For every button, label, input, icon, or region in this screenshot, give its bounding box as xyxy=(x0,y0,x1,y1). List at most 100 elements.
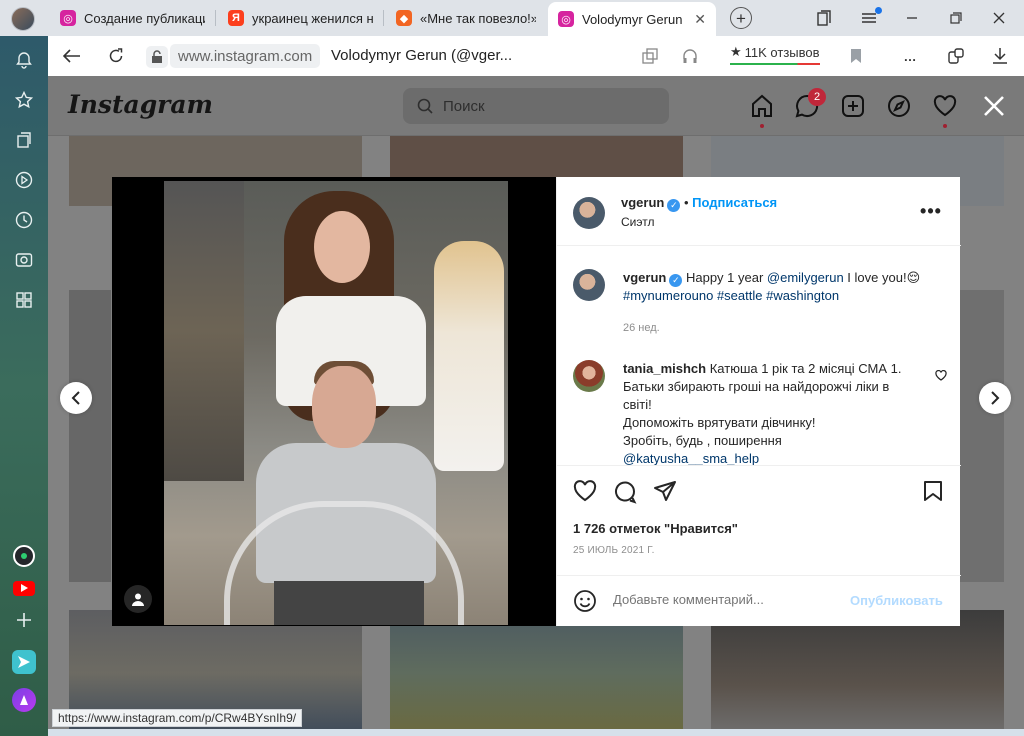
previous-post-button[interactable] xyxy=(60,382,92,414)
likes-count[interactable]: 1 726 отметок "Нравится" xyxy=(573,521,738,536)
dot-separator: • xyxy=(683,195,693,210)
instagram-header: Instagram Поиск 2 xyxy=(48,76,1024,136)
messenger-app-icon[interactable] xyxy=(12,544,36,568)
notification-dot xyxy=(875,7,882,14)
caption-age: 26 нед. xyxy=(623,322,660,334)
instagram-favicon-icon: ◎ xyxy=(60,10,76,26)
alice-assistant-icon[interactable] xyxy=(12,688,36,712)
bell-icon[interactable] xyxy=(12,48,36,72)
avatar[interactable] xyxy=(573,197,605,229)
alice-logo xyxy=(12,688,36,712)
activity-dot xyxy=(943,124,947,128)
close-modal-icon[interactable] xyxy=(980,92,1008,120)
new-tab-button[interactable]: + xyxy=(730,7,752,29)
close-window-icon[interactable] xyxy=(990,9,1008,27)
search-box[interactable]: Поиск xyxy=(403,88,669,124)
youtube-icon[interactable] xyxy=(12,576,36,600)
post-header: vgerun ✓ • Подписаться Сиэтл ••• xyxy=(557,177,961,246)
download-icon[interactable] xyxy=(990,46,1010,66)
collections-icon[interactable] xyxy=(12,128,36,152)
instagram-logo[interactable]: Instagram xyxy=(68,90,213,119)
follow-button[interactable]: Подписаться xyxy=(692,195,777,210)
history-icon[interactable] xyxy=(12,208,36,232)
comment-text-2: Допоможіть врятувати дівчинку! xyxy=(623,415,816,430)
chevron-right-icon xyxy=(991,391,1000,405)
caption-hashtags[interactable]: #mynumerouno #seattle #washington xyxy=(623,288,839,303)
site-reviews-button[interactable]: ★ 11K отзывов xyxy=(730,44,820,60)
tab-separator xyxy=(215,10,216,26)
caption-username[interactable]: vgerun xyxy=(623,270,666,285)
person-icon xyxy=(132,593,144,606)
play-icon[interactable] xyxy=(12,168,36,192)
verified-badge-icon: ✓ xyxy=(669,273,683,287)
activity-heart-icon[interactable] xyxy=(932,93,958,119)
photo-subject xyxy=(274,581,424,625)
new-post-icon[interactable] xyxy=(840,93,866,119)
grid-tile[interactable] xyxy=(711,610,1004,736)
tab-create-post[interactable]: ◎ Создание публикаци xyxy=(50,4,215,32)
url-field[interactable]: www.instagram.com xyxy=(170,44,321,68)
screenshot-icon[interactable] xyxy=(12,248,36,272)
caption-mention-link[interactable]: @emilygerun xyxy=(767,270,844,285)
send-app-icon[interactable] xyxy=(12,650,36,674)
caption: vgerun ✓ Happy 1 year @emilygerun I love … xyxy=(623,269,923,305)
comment-bubble-icon[interactable] xyxy=(613,480,637,504)
tab-title: Создание публикаци xyxy=(84,10,205,26)
post-author-line: vgerun ✓ • Подписаться xyxy=(621,195,777,212)
more-options-icon[interactable]: … xyxy=(900,46,920,66)
tab-separator xyxy=(383,10,384,26)
tab-title: Volodymyr Gerun xyxy=(582,11,683,27)
profile-avatar[interactable] xyxy=(11,7,35,31)
chevron-left-icon xyxy=(71,391,80,405)
minimize-icon[interactable] xyxy=(903,9,921,27)
post-date[interactable]: 25 ИЮЛЬ 2021 Г. xyxy=(573,545,655,556)
grid-tile[interactable] xyxy=(960,290,1004,582)
author-username[interactable]: vgerun xyxy=(621,195,664,210)
comment-username[interactable]: tania_mishch xyxy=(623,361,706,376)
headphones-icon[interactable] xyxy=(680,46,700,66)
next-post-button[interactable] xyxy=(979,382,1011,414)
comment-input[interactable] xyxy=(613,592,843,607)
bookmarks-icon[interactable] xyxy=(815,9,833,27)
post-side-panel: vgerun ✓ • Подписаться Сиэтл ••• vgerun ✓ … xyxy=(556,177,961,626)
address-bar: www.instagram.com Volodymyr Gerun (@vger… xyxy=(48,36,1024,76)
post-location[interactable]: Сиэтл xyxy=(621,215,654,229)
more-options-icon[interactable]: ••• xyxy=(919,201,943,221)
home-activity-dot xyxy=(760,124,764,128)
grid-tile[interactable] xyxy=(69,290,111,582)
like-heart-icon[interactable] xyxy=(573,480,597,504)
share-paper-plane-icon[interactable] xyxy=(653,480,677,504)
add-panel-icon[interactable] xyxy=(12,608,36,632)
save-bookmark-icon[interactable] xyxy=(923,480,947,504)
tab-article[interactable]: ◆ «Мне так повезло!» xyxy=(386,4,546,32)
close-tab-icon[interactable]: ✕ xyxy=(694,11,706,28)
grid-tile[interactable] xyxy=(390,610,683,736)
caption-text: Happy 1 year xyxy=(685,270,767,285)
explore-compass-icon[interactable] xyxy=(886,93,912,119)
bookmark-icon[interactable] xyxy=(846,46,866,66)
emoji-smiley-icon[interactable] xyxy=(573,589,597,613)
tab-instagram-active[interactable]: ◎ Volodymyr Gerun ✕ xyxy=(548,2,716,36)
like-comment-heart-icon[interactable] xyxy=(935,369,947,381)
back-arrow-icon[interactable] xyxy=(62,46,82,66)
online-dot xyxy=(21,553,27,559)
comment-mention-link[interactable]: @katyusha__sma_help xyxy=(623,451,759,465)
reload-icon[interactable] xyxy=(106,46,126,66)
menu-icon[interactable] xyxy=(860,7,882,27)
avatar[interactable] xyxy=(573,269,605,301)
tagged-people-button[interactable] xyxy=(124,585,152,613)
url-host: www.instagram.com xyxy=(178,47,313,65)
apps-grid-icon[interactable] xyxy=(12,288,36,312)
restore-icon[interactable] xyxy=(947,9,965,27)
avatar[interactable] xyxy=(573,360,605,392)
post-photo xyxy=(164,181,508,625)
tab-news[interactable]: Я украинец женился н xyxy=(218,4,383,32)
lock-icon[interactable] xyxy=(146,46,168,68)
extensions-icon[interactable] xyxy=(946,46,966,66)
home-icon[interactable] xyxy=(749,93,775,119)
instagram-favicon-icon: ◎ xyxy=(558,11,574,27)
publish-comment-button[interactable]: Опубликовать xyxy=(850,593,943,608)
star-icon[interactable] xyxy=(12,88,36,112)
tab-title: украинец женился н xyxy=(252,10,373,26)
copy-link-icon[interactable] xyxy=(640,46,660,66)
